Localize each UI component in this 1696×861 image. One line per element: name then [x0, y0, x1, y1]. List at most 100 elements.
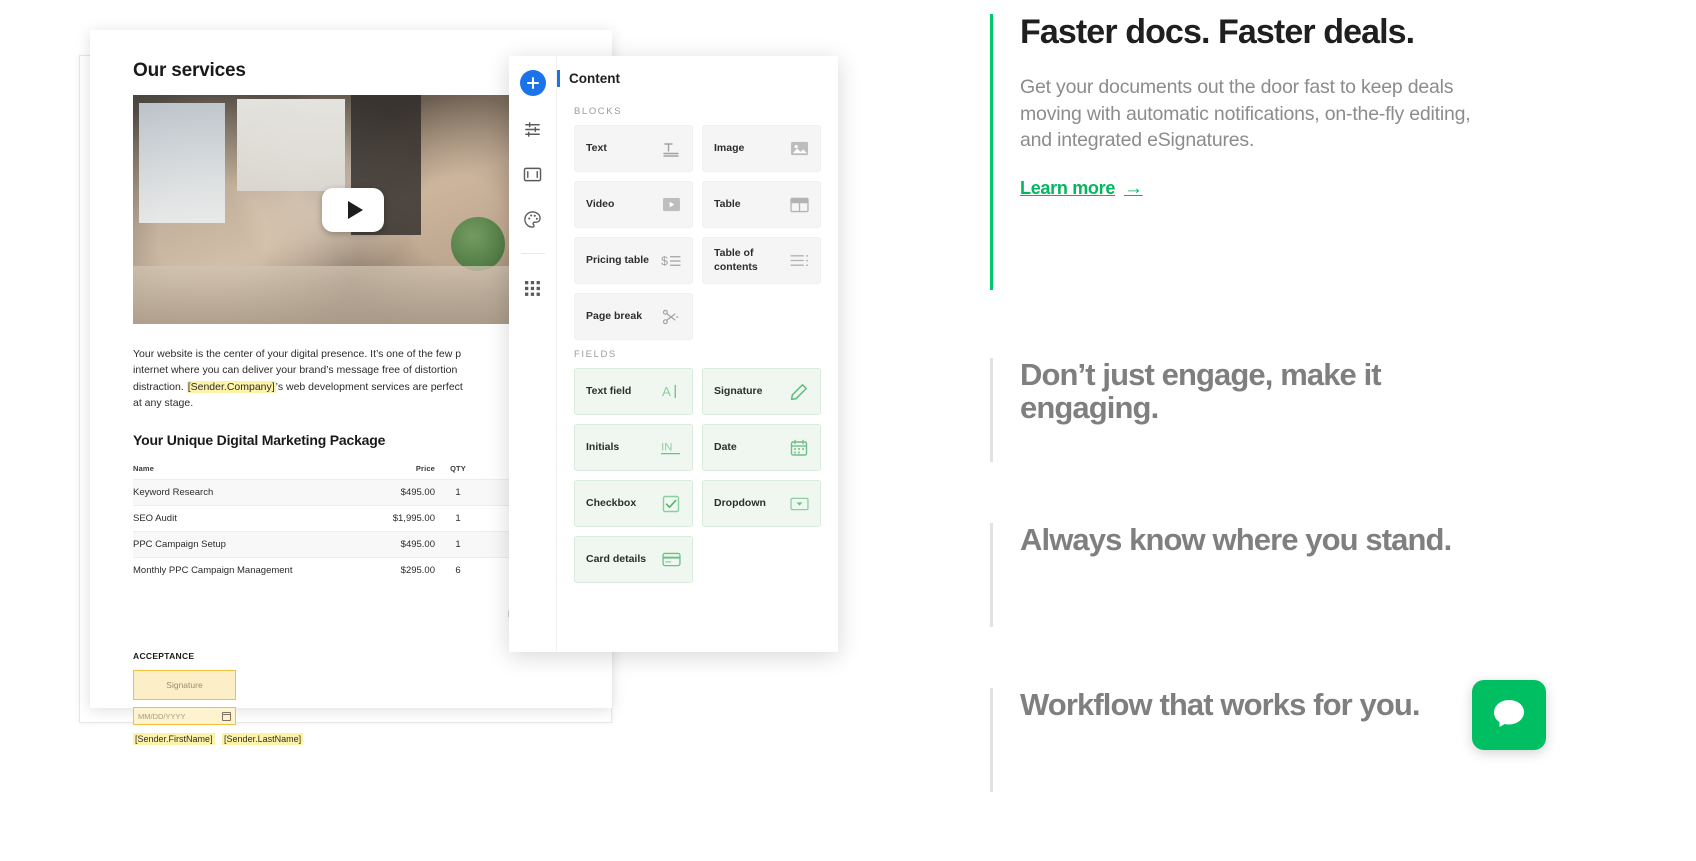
cell-price: $1,995.00	[361, 505, 435, 532]
field-item-checkbox[interactable]: Checkbox	[574, 480, 693, 527]
chat-widget-button[interactable]	[1472, 680, 1546, 750]
paragraph-line-3b: ’s web development services are perfect	[275, 380, 463, 393]
cell-name: Keyword Research	[133, 479, 361, 506]
field-item-signature[interactable]: Signature	[702, 368, 821, 415]
block-item-page-break[interactable]: Page break	[574, 293, 693, 340]
cell-price: $495.00	[361, 531, 435, 558]
page-root: Our services Your website is the center …	[0, 0, 1696, 861]
panel-title: Content	[569, 71, 620, 86]
accordion-heading: Faster docs. Faster deals.	[1020, 13, 1415, 51]
video-block-icon	[661, 195, 681, 215]
accordion-item-engaging[interactable]: Don’t just engage, make it engaging.	[990, 358, 1510, 462]
table-row[interactable]: Monthly PPC Campaign Management $295.00 …	[133, 557, 553, 584]
field-label-date: Date	[714, 440, 737, 453]
field-item-dropdown[interactable]: Dropdown	[702, 480, 821, 527]
video-block[interactable]	[133, 95, 573, 324]
table-row[interactable]: SEO Audit $1,995.00 1 $1,995.00	[133, 505, 553, 532]
block-item-image[interactable]: Image	[702, 125, 821, 172]
field-label-signature: Signature	[714, 384, 763, 397]
panel-active-indicator	[557, 70, 560, 87]
svg-text:$: $	[661, 254, 668, 268]
table-row[interactable]: Keyword Research $495.00 1 $495.00	[133, 479, 553, 506]
block-item-table-of-contents[interactable]: Table of contents	[702, 237, 821, 284]
column-header-qty: QTY	[450, 464, 466, 474]
block-label-text: Text	[586, 141, 607, 154]
cell-qty: 1	[435, 505, 481, 532]
field-item-initials[interactable]: Initials IN	[574, 424, 693, 471]
totals-row-discount: Discount	[133, 607, 553, 622]
field-item-card-details[interactable]: Card details	[574, 536, 693, 583]
initials-icon: IN	[661, 438, 681, 458]
cell-price: $295.00	[361, 557, 435, 584]
blocks-grid: Text Image Video Table Pricing table $ T…	[574, 125, 821, 340]
paragraph-line-2: internet where you can deliver your bran…	[133, 364, 458, 377]
field-item-date[interactable]: Date	[702, 424, 821, 471]
content-blocks-panel: Content BLOCKS Text Image Video Table Pr…	[509, 56, 838, 652]
paragraph-line-4: at any stage.	[133, 396, 194, 409]
pricing-section-heading: Your Unique Digital Marketing Package	[133, 432, 386, 449]
accordion-heading: Workflow that works for you.	[1020, 687, 1421, 722]
date-placeholder: MM/DD/YYYY	[138, 711, 186, 721]
settings-sliders-icon[interactable]	[521, 117, 545, 141]
accordion-bar	[990, 358, 993, 462]
theme-palette-icon[interactable]	[521, 207, 545, 231]
layout-icon[interactable]	[521, 162, 545, 186]
pricing-table: Name Price QTY Subtotal Keyword Research…	[133, 464, 553, 584]
field-label-card-details: Card details	[586, 552, 647, 565]
field-item-text-field[interactable]: Text field A	[574, 368, 693, 415]
apps-grid-icon[interactable]	[521, 276, 545, 300]
cell-name: PPC Campaign Setup	[133, 531, 361, 558]
fields-grid: Text field A Signature Initials IN Date …	[574, 368, 821, 583]
field-label-dropdown: Dropdown	[714, 496, 766, 509]
learn-more-link[interactable]: Learn more →	[1020, 178, 1143, 199]
cell-name: Monthly PPC Campaign Management	[133, 557, 361, 584]
thumbnail-window-detail	[139, 103, 225, 223]
date-calendar-icon	[789, 438, 809, 458]
field-label-text-field: Text field	[586, 384, 632, 397]
marketing-accordion: Faster docs. Faster deals. Get your docu…	[990, 0, 1696, 861]
pricing-totals: Subtotal Discount Total	[133, 592, 553, 637]
date-field[interactable]: MM/DD/YYYY	[133, 707, 236, 726]
svg-text:IN: IN	[661, 441, 672, 453]
panel-header: Content	[557, 56, 821, 97]
sender-lastname-token[interactable]: [Sender.LastName]	[222, 733, 304, 746]
table-row[interactable]: PPC Campaign Setup $495.00 1 $495.00	[133, 531, 553, 558]
sender-firstname-token[interactable]: [Sender.FirstName]	[133, 733, 215, 746]
totals-row-subtotal: Subtotal	[133, 592, 553, 607]
block-item-table[interactable]: Table	[702, 181, 821, 228]
accordion-item-workflow[interactable]: Workflow that works for you.	[990, 687, 1510, 792]
block-label-video: Video	[586, 197, 615, 210]
page-break-icon	[661, 307, 681, 327]
card-details-icon	[661, 550, 681, 570]
block-item-pricing-table[interactable]: Pricing table $	[574, 237, 693, 284]
play-triangle	[347, 200, 363, 219]
sender-name-tokens: [Sender.FirstName] [Sender.LastName]	[133, 733, 573, 746]
accordion-item-faster-docs[interactable]: Faster docs. Faster deals. Get your docu…	[990, 13, 1510, 290]
play-icon[interactable]	[322, 187, 384, 232]
learn-more-label: Learn more	[1020, 177, 1116, 198]
totals-row-total: Total	[133, 622, 553, 637]
block-item-text[interactable]: Text	[574, 125, 693, 172]
add-content-icon[interactable]	[519, 70, 546, 96]
acceptance-label: ACCEPTANCE	[133, 651, 195, 662]
accordion-heading: Always know where you stand.	[1020, 522, 1452, 557]
table-of-contents-icon	[789, 251, 809, 271]
cell-name: SEO Audit	[133, 505, 361, 532]
block-label-table: Table	[714, 197, 741, 210]
table-block-icon	[789, 195, 809, 215]
dropdown-icon	[789, 494, 809, 514]
signature-placeholder: Signature	[166, 680, 203, 691]
sender-company-token[interactable]: [Sender.Company]	[186, 380, 276, 393]
rail-divider	[520, 253, 545, 254]
accordion-bar	[990, 523, 993, 627]
thumbnail-board-detail	[237, 99, 345, 191]
signature-field[interactable]: Signature	[133, 670, 236, 701]
panel-content: Content BLOCKS Text Image Video Table Pr…	[557, 56, 838, 652]
block-item-video[interactable]: Video	[574, 181, 693, 228]
field-label-checkbox: Checkbox	[586, 496, 637, 509]
accordion-item-know-where-you-stand[interactable]: Always know where you stand.	[990, 522, 1510, 627]
cell-price: $495.00	[361, 479, 435, 506]
chat-bubble-icon	[1492, 697, 1526, 734]
thumbnail-plant-detail	[451, 217, 505, 271]
column-header-name: Name	[133, 464, 155, 474]
